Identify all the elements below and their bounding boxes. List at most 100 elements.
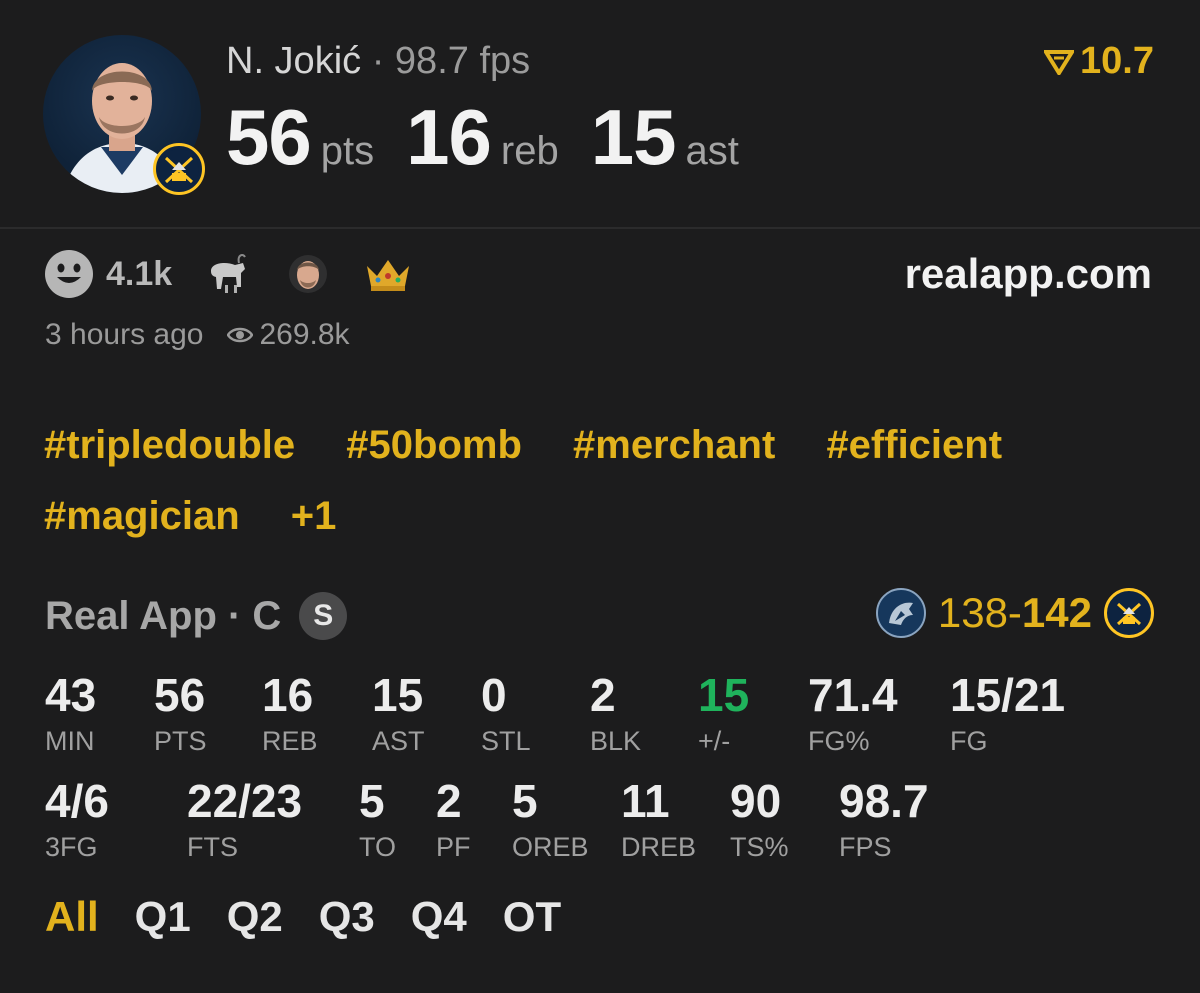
stat-value: 15/21 [950,669,1066,721]
stat-pf: 2 PF [436,776,471,862]
stat-value: 2 [590,669,616,721]
stat-value: 22/23 [187,775,303,827]
period-tabs: All Q1 Q2 Q3 Q4 OT [45,893,561,941]
stat-value: 15 [698,669,750,721]
stat-label: FG% [808,726,870,756]
tab-ot[interactable]: OT [503,893,561,941]
stat-value: 90 [730,775,782,827]
headline-rebounds-unit: reb [500,129,559,173]
stat-value: 71.4 [808,669,898,721]
s-badge[interactable]: S [299,592,348,640]
hashtag-tripledouble[interactable]: #tripledouble [44,410,295,481]
player-face-icon[interactable] [282,248,334,300]
stat-oreb: 5 OREB [512,776,589,862]
stat-3fg: 4/6 3FG [45,776,109,862]
stat-min: 43 MIN [45,670,96,756]
stat-label: AST [372,726,425,756]
stat-value: 56 [154,669,206,721]
stat-label: +/- [698,726,731,756]
stat-fps: 98.7 FPS [839,776,929,862]
stat-pts: 56 PTS [154,670,207,756]
box-score-title: Real App · C S [45,592,348,640]
eye-icon [227,327,254,343]
stat-label: DREB [621,832,697,862]
rating-badge[interactable]: 10.7 [1044,40,1154,83]
rating-icon [1044,49,1075,75]
view-count-value: 269.8k [259,318,350,351]
player-fps: 98.7 fps [394,40,531,82]
stat-label: TS% [730,832,789,862]
stat-label: BLK [590,726,642,756]
time-ago: 3 hours ago [45,318,204,351]
stat-value: 16 [262,669,314,721]
nuggets-logo-icon [153,143,205,195]
headline-points-value: 56 [226,93,312,181]
post-meta: 3 hours ago 269.8k [45,318,350,352]
stat-ast: 15 AST [372,670,425,756]
stat-value: 0 [481,669,507,721]
score-away: 138- [937,589,1022,636]
site-link[interactable]: realapp.com [905,250,1152,298]
stat-blk: 2 BLK [590,670,641,756]
hashtag-more-button[interactable]: +1 [291,481,337,552]
stat-value: 15 [372,669,424,721]
tab-q3[interactable]: Q3 [319,893,375,941]
stat-stl: 0 STL [481,670,531,756]
player-name-line: N. Jokić · 98.7 fps [226,40,530,83]
score-home: 142 [1021,589,1092,636]
header-divider [0,227,1200,229]
stat-label: OREB [512,832,589,862]
stat-value: 5 [359,775,385,827]
reactions-row: 4.1k [44,248,442,300]
smiley-icon[interactable] [44,249,94,299]
stat-label: FG [950,726,988,756]
stat-reb: 16 REB [262,670,318,756]
box-score-label: Real App · C [45,593,282,638]
hashtag-50bomb[interactable]: #50bomb [346,410,522,481]
stat-label: TO [359,832,397,862]
stat-label: FPS [839,832,892,862]
stat-label: MIN [45,726,95,756]
rating-value: 10.7 [1080,40,1154,82]
crown-icon[interactable] [362,248,414,300]
tab-all[interactable]: All [45,893,99,941]
headline-assists-unit: ast [685,129,739,173]
stat-label: STL [481,726,531,756]
stat-value: 98.7 [839,775,929,827]
stat-label: PTS [154,726,207,756]
headline-points-unit: pts [320,129,375,173]
nuggets-logo-small-icon [1104,588,1154,638]
stat-fg: 15/21 FG [950,670,1065,756]
stat-plus-minus: 15 +/- [698,670,749,756]
headline-assists-value: 15 [590,93,677,181]
tab-q2[interactable]: Q2 [227,893,283,941]
stat-value: 5 [512,775,538,827]
stat-fts: 22/23 FTS [187,776,302,862]
stat-label: 3FG [45,832,98,862]
player-name: N. Jokić [226,40,362,82]
game-score[interactable]: 138-142 [875,588,1154,638]
headline-stats: 56 pts 16 reb 15 ast [226,92,771,183]
stat-to: 5 TO [359,776,396,862]
hashtag-merchant[interactable]: #merchant [573,410,775,481]
headline-rebounds-value: 16 [406,93,492,181]
stat-value: 2 [436,775,462,827]
view-count: 269.8k [227,318,350,352]
hashtag-magician[interactable]: #magician [44,481,240,552]
stat-value: 11 [621,775,670,827]
hashtag-list: #tripledouble #50bomb #merchant #efficie… [44,410,1164,552]
stat-label: FTS [187,832,238,862]
tab-q1[interactable]: Q1 [135,893,191,941]
timberwolves-logo-icon [875,588,926,638]
stat-label: PF [436,832,471,862]
stat-ts-pct: 90 TS% [730,776,789,862]
stat-value: 4/6 [45,775,109,827]
goat-icon[interactable] [202,248,254,300]
stat-fg-pct: 71.4 FG% [808,670,898,756]
stat-label: REB [262,726,318,756]
tab-q4[interactable]: Q4 [411,893,467,941]
reaction-count: 4.1k [106,254,173,293]
name-separator: · [361,40,395,82]
hashtag-efficient[interactable]: #efficient [826,410,1002,481]
stat-value: 43 [45,669,97,721]
